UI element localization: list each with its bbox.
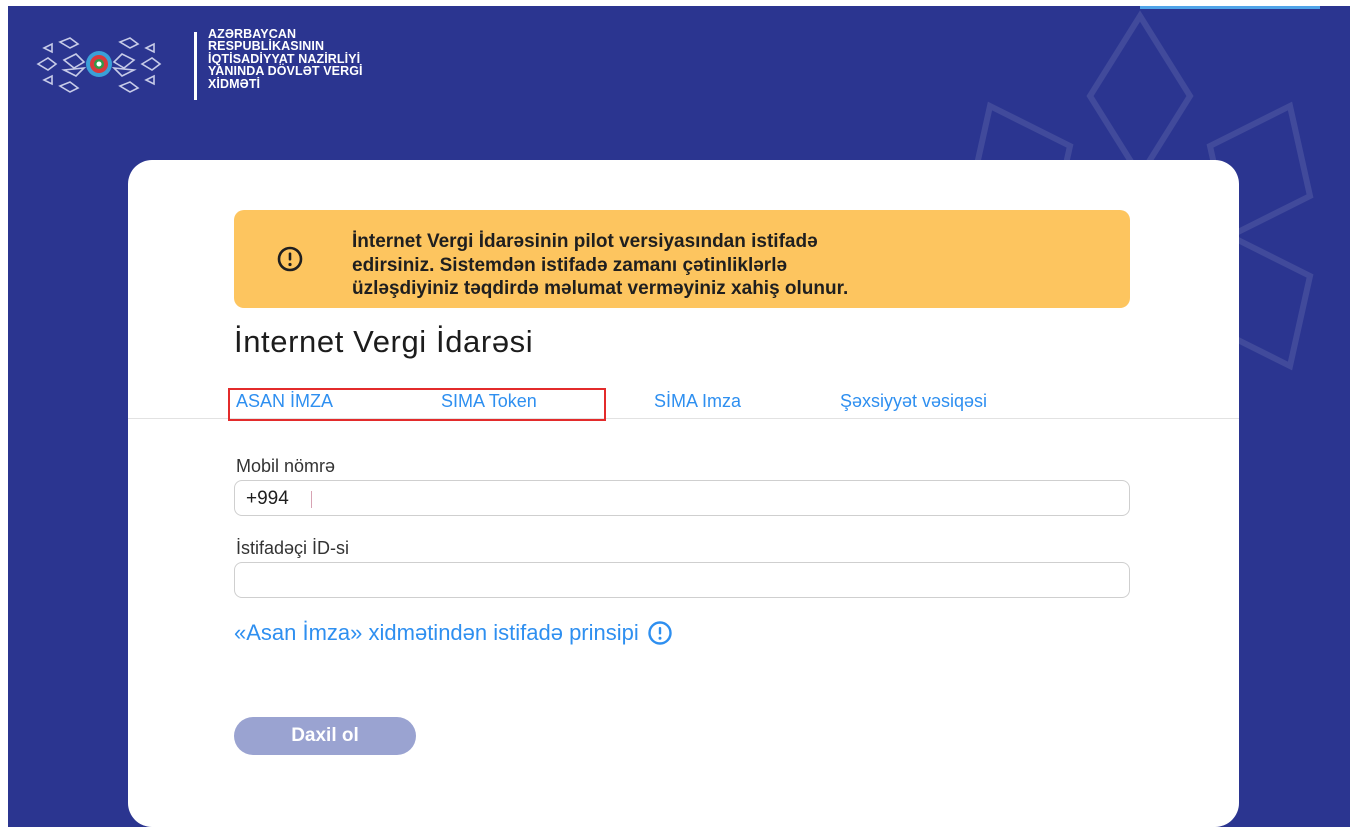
- login-button[interactable]: Daxil ol: [234, 717, 416, 755]
- page-title: İnternet Vergi İdarəsi: [234, 324, 534, 359]
- state-emblem-logo-icon: [36, 37, 162, 93]
- user-id-label: İstifadəçi İD-si: [236, 538, 350, 558]
- mobile-number-value: +994: [246, 488, 289, 509]
- text-caret: [311, 491, 312, 508]
- info-circle-icon[interactable]: [647, 620, 673, 646]
- page-background: AZƏRBAYCAN RESPUBLİKASININ İQTİSADİYYAT …: [8, 6, 1350, 827]
- org-line: RESPUBLİKASININ: [208, 39, 325, 54]
- mobile-number-label: Mobil nömrə: [236, 456, 336, 476]
- org-line: XİDMƏTİ: [208, 76, 261, 91]
- organization-name: AZƏRBAYCAN RESPUBLİKASININ İQTİSADİYYAT …: [208, 28, 363, 91]
- tab-sima-imza[interactable]: SİMA Imza: [654, 391, 741, 412]
- alert-line: edirsiniz. Sistemdən istifadə zamanı çət…: [352, 254, 788, 276]
- principle-link-text[interactable]: «Asan İmza» xidmətindən istifadə prinsip…: [234, 620, 639, 646]
- mobile-number-input[interactable]: +994: [234, 480, 1130, 516]
- pilot-version-alert: İnternet Vergi İdarəsinin pilot versiyas…: [234, 210, 1130, 308]
- tab-identity-card[interactable]: Şəxsiyyət vəsiqəsi: [840, 391, 987, 412]
- alert-line: İnternet Vergi İdarəsinin pilot versiyas…: [352, 231, 818, 252]
- asan-imza-principle-link[interactable]: «Asan İmza» xidmətindən istifadə prinsip…: [234, 620, 673, 646]
- user-id-input[interactable]: [234, 562, 1130, 598]
- alert-message: İnternet Vergi İdarəsinin pilot versiyas…: [352, 230, 1112, 301]
- org-line: YANINDA DÖVLƏT VERGİ: [208, 64, 363, 79]
- alert-line: üzləşdiyiniz təqdirdə məlumat verməyiniz…: [352, 278, 849, 299]
- logo-divider: [194, 32, 197, 100]
- login-card: İnternet Vergi İdarəsinin pilot versiyas…: [128, 160, 1239, 827]
- exclamation-circle-icon: [277, 246, 303, 272]
- tabs-highlight-box: [228, 388, 606, 421]
